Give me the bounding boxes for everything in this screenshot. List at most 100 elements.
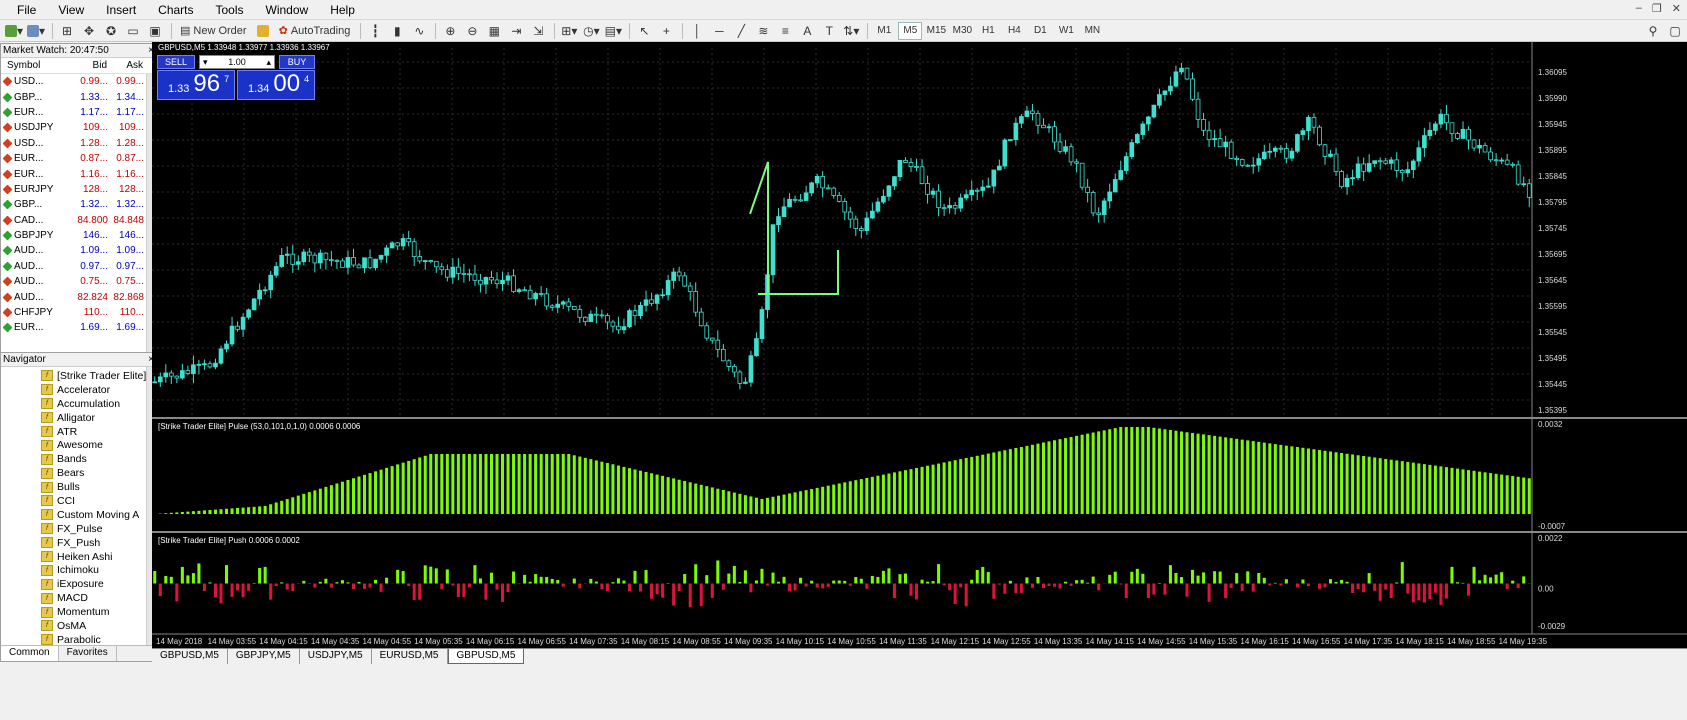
market-watch-row[interactable]: USD... 0.99... 0.99... xyxy=(1,74,157,89)
navigator-item[interactable]: f Momentum xyxy=(1,605,157,619)
market-watch-row[interactable]: GBP... 1.32... 1.32... xyxy=(1,197,157,212)
sell-price[interactable]: 1.33 96 7 xyxy=(157,70,235,100)
market-watch-row[interactable]: USDJPY 109... 109... xyxy=(1,120,157,135)
tile-windows-icon[interactable]: ▦ xyxy=(484,22,504,40)
zoom-out-icon[interactable]: ⊖ xyxy=(462,22,482,40)
candlestick-icon[interactable]: ▮ xyxy=(387,22,407,40)
menu-view[interactable]: View xyxy=(47,3,95,17)
timeframe-h1[interactable]: H1 xyxy=(976,22,1000,40)
timeframe-m30[interactable]: M30 xyxy=(950,22,974,40)
market-watch-row[interactable]: GBPJPY 146... 146... xyxy=(1,228,157,243)
timeframe-d1[interactable]: D1 xyxy=(1028,22,1052,40)
terminal-icon[interactable]: ▭ xyxy=(123,22,143,40)
arrows-icon[interactable]: ⇅▾ xyxy=(841,22,861,40)
market-watch-row[interactable]: EURJPY 128... 128... xyxy=(1,182,157,197)
navigator-item[interactable]: f OsMA xyxy=(1,619,157,633)
restore-icon[interactable]: ❐ xyxy=(1652,2,1662,15)
crosshair-icon[interactable]: + xyxy=(656,22,676,40)
chart-tab[interactable]: USDJPY,M5 xyxy=(300,649,372,664)
search-icon[interactable]: ⚲ xyxy=(1643,22,1663,40)
menu-charts[interactable]: Charts xyxy=(147,3,204,17)
fibonacci-icon[interactable]: ≡ xyxy=(775,22,795,40)
navigator-item[interactable]: f Accelerator xyxy=(1,383,157,397)
horizontal-line-icon[interactable]: ─ xyxy=(709,22,729,40)
tab-common[interactable]: Common xyxy=(1,646,59,661)
navigator-item[interactable]: f Bears xyxy=(1,466,157,480)
navigator-item[interactable]: f FX_Push xyxy=(1,536,157,550)
buy-button[interactable]: BUY xyxy=(279,55,315,69)
menu-window[interactable]: Window xyxy=(255,3,320,17)
line-chart-icon[interactable]: ∿ xyxy=(409,22,429,40)
navigator-item[interactable]: f iExposure xyxy=(1,577,157,591)
navigator-item[interactable]: f Custom Moving A xyxy=(1,508,157,522)
profiles-icon[interactable]: ▾ xyxy=(26,22,46,40)
timeframe-h4[interactable]: H4 xyxy=(1002,22,1026,40)
navigator-item[interactable]: f [Strike Trader Elite] xyxy=(1,369,157,383)
timeframe-w1[interactable]: W1 xyxy=(1054,22,1078,40)
chart-tab[interactable]: GBPUSD,M5 xyxy=(152,649,228,664)
new-chart-icon[interactable]: ▾ xyxy=(4,22,24,40)
cursor-icon[interactable]: ↖ xyxy=(634,22,654,40)
timeframe-m15[interactable]: M15 xyxy=(924,22,948,40)
chart-tab[interactable]: GBPJPY,M5 xyxy=(228,649,300,664)
column-header-bid[interactable]: Bid xyxy=(67,60,111,71)
navigator-item[interactable]: f Bulls xyxy=(1,480,157,494)
zoom-in-icon[interactable]: ⊕ xyxy=(440,22,460,40)
menu-tools[interactable]: Tools xyxy=(205,3,255,17)
market-watch-row[interactable]: EUR... 1.16... 1.16... xyxy=(1,166,157,181)
new-order-button[interactable]: ▤ New Order xyxy=(176,22,251,40)
market-watch-row[interactable]: EUR... 1.69... 1.69... xyxy=(1,320,157,335)
column-header-symbol[interactable]: Symbol xyxy=(1,60,67,71)
navigator-item[interactable]: f Accumulation xyxy=(1,397,157,411)
trendline-icon[interactable]: ╱ xyxy=(731,22,751,40)
market-watch-row[interactable]: CAD... 84.800 84.848 xyxy=(1,213,157,228)
autoscroll-icon[interactable]: ⇲ xyxy=(528,22,548,40)
market-watch-row[interactable]: AUD... 0.97... 0.97... xyxy=(1,259,157,274)
chart-window[interactable]: GBPUSD,M5 1.33948 1.33977 1.33936 1.3396… xyxy=(152,42,1687,662)
navigator-item[interactable]: f Awesome xyxy=(1,438,157,452)
channel-icon[interactable]: ≋ xyxy=(753,22,773,40)
chart-canvas[interactable]: GBPUSD,M5 1.33948 1.33977 1.33936 1.3396… xyxy=(152,42,1687,648)
market-watch-row[interactable]: EUR... 0.87... 0.87... xyxy=(1,151,157,166)
chart-tab[interactable]: GBPUSD,M5 xyxy=(447,649,525,664)
text-icon[interactable]: A xyxy=(797,22,817,40)
strategy-tester-icon[interactable]: ▣ xyxy=(145,22,165,40)
market-watch-row[interactable]: AUD... 1.09... 1.09... xyxy=(1,243,157,258)
navigator-item[interactable]: f MACD xyxy=(1,591,157,605)
chart-shift-icon[interactable]: ⇥ xyxy=(506,22,526,40)
sell-button[interactable]: SELL xyxy=(157,55,195,69)
timeframe-m5[interactable]: M5 xyxy=(898,21,923,40)
market-watch-icon[interactable]: ⊞ xyxy=(57,22,77,40)
navigator-item[interactable]: f CCI xyxy=(1,494,157,508)
buy-price[interactable]: 1.34 00 4 xyxy=(237,70,315,100)
metaeditor-icon[interactable] xyxy=(253,22,273,40)
tab-favorites[interactable]: Favorites xyxy=(59,646,117,661)
column-header-ask[interactable]: Ask xyxy=(111,60,147,71)
autotrading-button[interactable]: ✿ AutoTrading xyxy=(275,22,355,40)
navigator-item[interactable]: f Heiken Ashi xyxy=(1,550,157,564)
timeframe-mn[interactable]: MN xyxy=(1080,22,1104,40)
market-watch-row[interactable]: GBP... 1.33... 1.34... xyxy=(1,89,157,104)
minimize-icon[interactable]: – xyxy=(1636,2,1642,15)
menu-help[interactable]: Help xyxy=(319,3,366,17)
lot-size-input[interactable]: ▾ 1.00 ▴ xyxy=(199,55,275,69)
lot-increase-icon[interactable]: ▴ xyxy=(266,57,271,68)
data-window-icon[interactable]: ✥ xyxy=(79,22,99,40)
navigator-icon[interactable]: ✪ xyxy=(101,22,121,40)
market-watch-row[interactable]: AUD... 0.75... 0.75... xyxy=(1,274,157,289)
vertical-line-icon[interactable]: │ xyxy=(687,22,707,40)
market-watch-row[interactable]: EUR... 1.17... 1.17... xyxy=(1,105,157,120)
lot-decrease-icon[interactable]: ▾ xyxy=(203,57,208,68)
navigator-item[interactable]: f Ichimoku xyxy=(1,563,157,577)
close-icon[interactable]: ✕ xyxy=(1672,2,1681,15)
bar-chart-icon[interactable]: ┇ xyxy=(365,22,385,40)
indicators-icon[interactable]: ⊞▾ xyxy=(559,22,579,40)
menu-file[interactable]: File xyxy=(6,3,47,17)
templates-icon[interactable]: ▤▾ xyxy=(603,22,623,40)
timeframe-m1[interactable]: M1 xyxy=(872,22,896,40)
navigator-item[interactable]: f Alligator xyxy=(1,411,157,425)
market-watch-row[interactable]: CHFJPY 110... 110... xyxy=(1,305,157,320)
navigator-item[interactable]: f FX_Pulse xyxy=(1,522,157,536)
navigator-item[interactable]: f ATR xyxy=(1,425,157,439)
periods-icon[interactable]: ◷▾ xyxy=(581,22,601,40)
